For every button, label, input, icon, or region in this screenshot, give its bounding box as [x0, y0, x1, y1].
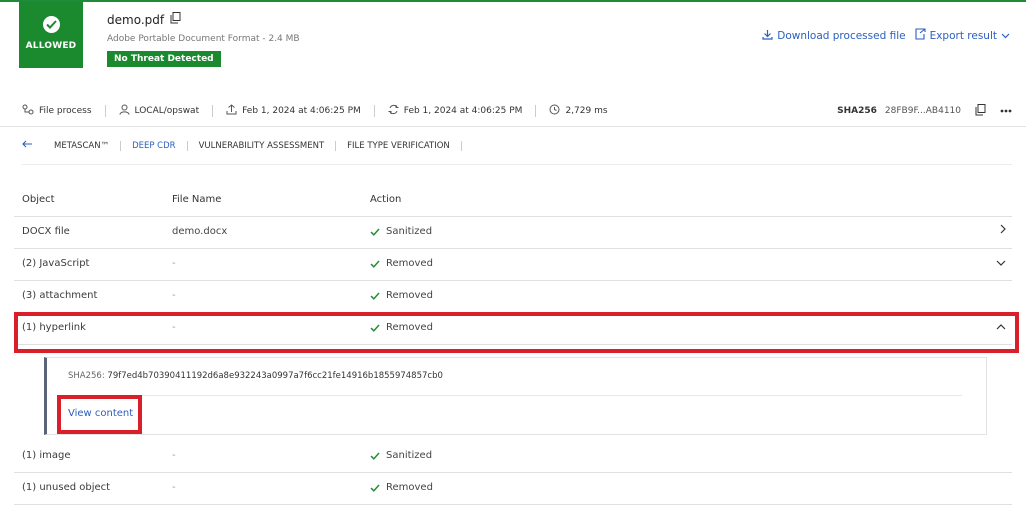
action-cell: Removed	[370, 281, 433, 311]
info-bar: File process LOCAL/opswat Feb 1, 2024 at…	[22, 103, 1012, 119]
check-icon	[370, 292, 380, 300]
file-name-cell: -	[172, 290, 176, 301]
object-cell: (2) JavaScript	[22, 258, 90, 269]
status-label: ALLOWED	[25, 41, 77, 51]
object-cell: (3) attachment	[22, 290, 98, 301]
action-label: Sanitized	[386, 450, 433, 461]
table-row[interactable]: (3) attachment - Removed	[14, 281, 1012, 313]
view-content-highlight: View content	[57, 395, 142, 434]
refresh-icon	[388, 104, 399, 118]
divider	[68, 395, 962, 396]
copy-sha-icon[interactable]	[975, 103, 986, 119]
table-row[interactable]: (2) JavaScript - Removed	[14, 249, 1012, 281]
file-name-cell: -	[172, 450, 176, 461]
chevron-right-icon[interactable]	[1000, 217, 1006, 247]
action-label: Removed	[386, 290, 433, 301]
detail-sha: SHA256: 79f7ed4b70390411192d6a8e932243a0…	[68, 371, 443, 381]
action-cell: Sanitized	[370, 441, 432, 471]
top-accent-line	[0, 0, 1026, 2]
process-label: File process	[39, 106, 92, 116]
object-cell: DOCX file	[22, 226, 70, 237]
divider	[212, 105, 214, 117]
chevron-down-icon	[1001, 30, 1010, 42]
file-type: Adobe Portable Document Format - 2.4 MB	[107, 34, 300, 44]
divider	[0, 126, 1026, 127]
detail-sha-label: SHA256:	[68, 371, 105, 381]
object-cell: (1) unused object	[22, 482, 111, 493]
clock-icon	[549, 104, 560, 118]
threat-badge: No Threat Detected	[107, 51, 221, 67]
upload-time: Feb 1, 2024 at 4:06:25 PM	[242, 106, 361, 116]
file-name-cell: -	[172, 482, 176, 493]
duration-value: 2,729 ms	[565, 106, 608, 116]
file-process-info: File process	[22, 104, 92, 118]
export-result-button[interactable]: Export result	[915, 28, 1010, 43]
chevron-down-icon[interactable]	[996, 249, 1006, 279]
back-arrow-icon[interactable]	[22, 140, 33, 151]
check-circle-icon	[42, 16, 60, 33]
user-icon	[119, 104, 130, 118]
action-cell: Sanitized	[370, 217, 432, 247]
more-options-icon[interactable]	[1000, 106, 1012, 116]
table-header: Object File Name Action	[14, 185, 1012, 217]
download-icon	[762, 29, 773, 43]
column-header-object: Object	[22, 194, 55, 205]
engine-tabs: METASCAN™ DEEP CDR VULNERABILITY ASSESSM…	[22, 140, 462, 151]
check-icon	[370, 484, 380, 492]
export-label: Export result	[929, 29, 997, 42]
download-processed-file-button[interactable]: Download processed file	[762, 29, 906, 43]
check-icon	[370, 260, 380, 268]
object-cell: (1) image	[22, 450, 71, 461]
expanded-detail-panel: SHA256: 79f7ed4b70390411192d6a8e932243a0…	[44, 357, 987, 435]
highlight-box	[14, 312, 1019, 353]
tab-deep-cdr[interactable]: DEEP CDR	[121, 140, 188, 151]
divider	[22, 164, 1012, 165]
upload-time-info: Feb 1, 2024 at 4:06:25 PM	[226, 104, 361, 118]
download-label: Download processed file	[777, 29, 906, 42]
table-row[interactable]: DOCX file demo.docx Sanitized	[14, 217, 1012, 249]
divider	[535, 105, 537, 117]
tab-file-type-verification[interactable]: FILE TYPE VERIFICATION	[336, 140, 462, 151]
action-label: Removed	[386, 482, 433, 493]
processed-time: Feb 1, 2024 at 4:06:25 PM	[403, 106, 523, 116]
check-icon	[370, 228, 380, 236]
duration-info: 2,729 ms	[549, 104, 608, 118]
tab-vulnerability-assessment[interactable]: VULNERABILITY ASSESSMENT	[188, 140, 337, 151]
check-icon	[370, 452, 380, 460]
export-icon	[915, 28, 926, 43]
processed-time-info: Feb 1, 2024 at 4:06:25 PM	[388, 104, 523, 118]
action-cell: Removed	[370, 473, 433, 503]
column-header-action: Action	[370, 194, 402, 205]
column-header-file-name: File Name	[172, 194, 222, 205]
table-row[interactable]: (1) image - Sanitized	[14, 441, 1012, 473]
sha-value: 28FB9F...AB4110	[884, 106, 961, 116]
sha-label: SHA256	[837, 106, 877, 116]
action-label: Sanitized	[386, 226, 433, 237]
user-info: LOCAL/opswat	[119, 104, 200, 118]
header-actions: Download processed file Export result	[762, 28, 1010, 43]
action-label: Removed	[386, 258, 433, 269]
table-row[interactable]: (1) unused object - Removed	[14, 473, 1012, 505]
file-name-cell: demo.docx	[172, 226, 228, 237]
file-name-row: demo.pdf	[107, 12, 181, 27]
divider	[104, 105, 106, 117]
tab-metascan[interactable]: METASCAN™	[43, 140, 122, 151]
status-badge: ALLOWED	[19, 2, 83, 68]
sha-info: SHA256 28FB9F...AB4110	[837, 103, 1012, 119]
view-content-link[interactable]: View content	[68, 408, 138, 419]
upload-icon	[226, 104, 237, 118]
process-icon	[22, 104, 34, 118]
action-cell: Removed	[370, 249, 433, 279]
file-name: demo.pdf	[107, 12, 165, 27]
detail-sha-value: 79f7ed4b70390411192d6a8e932243a0997a7f6c…	[107, 371, 443, 381]
file-name-cell: -	[172, 258, 176, 269]
divider	[373, 105, 375, 117]
copy-icon[interactable]	[170, 12, 181, 27]
user-value: LOCAL/opswat	[134, 106, 200, 116]
